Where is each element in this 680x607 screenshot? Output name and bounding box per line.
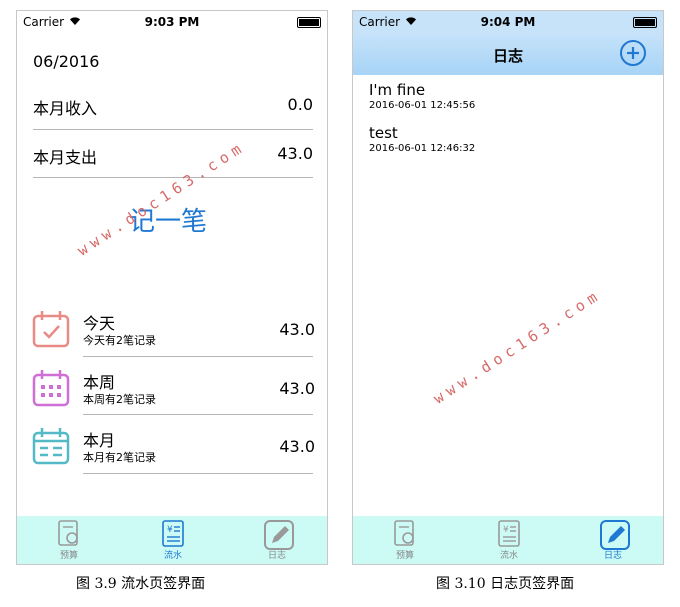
ledger-icon: ¥ [162,520,184,547]
log-entry[interactable]: I'm fine 2016-06-01 12:45:56 [353,79,663,117]
divider [33,129,313,130]
log-entry-text: I'm fine [369,81,426,99]
watermark: www.doc163.com [74,137,249,260]
tab-bar: 预算 ¥ 流水 日志 [353,516,663,564]
period-title: 今天 [83,314,116,333]
tab-budget[interactable]: 预算 [17,516,121,564]
log-entry-time: 2016-06-01 12:45:56 [369,100,476,111]
battery-icon [633,17,657,28]
clock: 9:04 PM [480,15,536,29]
tab-budget[interactable]: 预算 [353,516,457,564]
divider [83,473,313,474]
tab-label: 日志 [603,551,622,561]
status-bar: Carrier 9:03 PM [17,11,327,33]
period-title: 本周 [83,373,116,392]
pencil-icon [600,520,630,550]
log-entry[interactable]: test 2016-06-01 12:46:32 [353,122,663,160]
period-subtitle: 今天有2笔记录 [83,334,156,347]
tab-label: 预算 [59,551,78,561]
period-title: 本月 [83,431,116,450]
calendar-month-icon [32,428,70,465]
log-entry-text: test [369,124,398,142]
pencil-icon [264,520,294,550]
tab-label: 流水 [499,551,518,561]
period-value: 43.0 [279,437,315,456]
log-screen: 日志 Carrier 9:04 PM I'm fine 2016-06-01 1… [352,10,664,565]
divider [33,177,313,178]
period-subtitle: 本周有2笔记录 [83,393,156,406]
tab-log[interactable]: 日志 [225,516,327,564]
period-subtitle: 本月有2笔记录 [83,451,156,464]
expense-value: 43.0 [277,144,313,163]
tab-log[interactable]: 日志 [561,516,663,564]
budget-icon [58,520,78,546]
income-label: 本月收入 [33,99,98,118]
divider [83,414,313,415]
navigation-bar: 日志 [353,33,663,75]
figure-caption: 图 3.9 流水页签界面 [76,576,206,592]
period-value: 43.0 [279,320,315,339]
status-bar: Carrier 9:04 PM [353,11,663,33]
tab-ledger[interactable]: ¥ 流水 [457,516,561,564]
tab-ledger[interactable]: ¥ 流水 [121,516,225,564]
log-entry-time: 2016-06-01 12:46:32 [369,143,476,154]
tab-label: 预算 [395,551,414,561]
watermark: www.doc163.com [430,285,605,408]
tab-label: 流水 [163,551,182,561]
ledger-screen: Carrier 9:03 PM 06/2016 本月收入 0.0 本月支出 43… [16,10,328,565]
add-entry-button[interactable] [619,39,647,67]
budget-icon [394,520,414,546]
battery-icon [297,17,321,28]
svg-text:¥: ¥ [503,525,509,535]
calendar-check-icon [32,311,70,348]
tab-label: 日志 [267,551,286,561]
month-label: 06/2016 [33,52,100,71]
ledger-icon: ¥ [498,520,520,547]
figure-caption: 图 3.10 日志页签界面 [436,576,575,592]
period-value: 43.0 [279,379,315,398]
expense-label: 本月支出 [33,148,98,167]
svg-text:¥: ¥ [167,525,173,535]
tab-bar: 预算 ¥ 流水 日志 [17,516,327,564]
page-title: 日志 [492,47,523,65]
clock: 9:03 PM [144,15,200,29]
calendar-week-icon [32,370,70,407]
income-value: 0.0 [287,95,313,114]
divider [83,356,313,357]
